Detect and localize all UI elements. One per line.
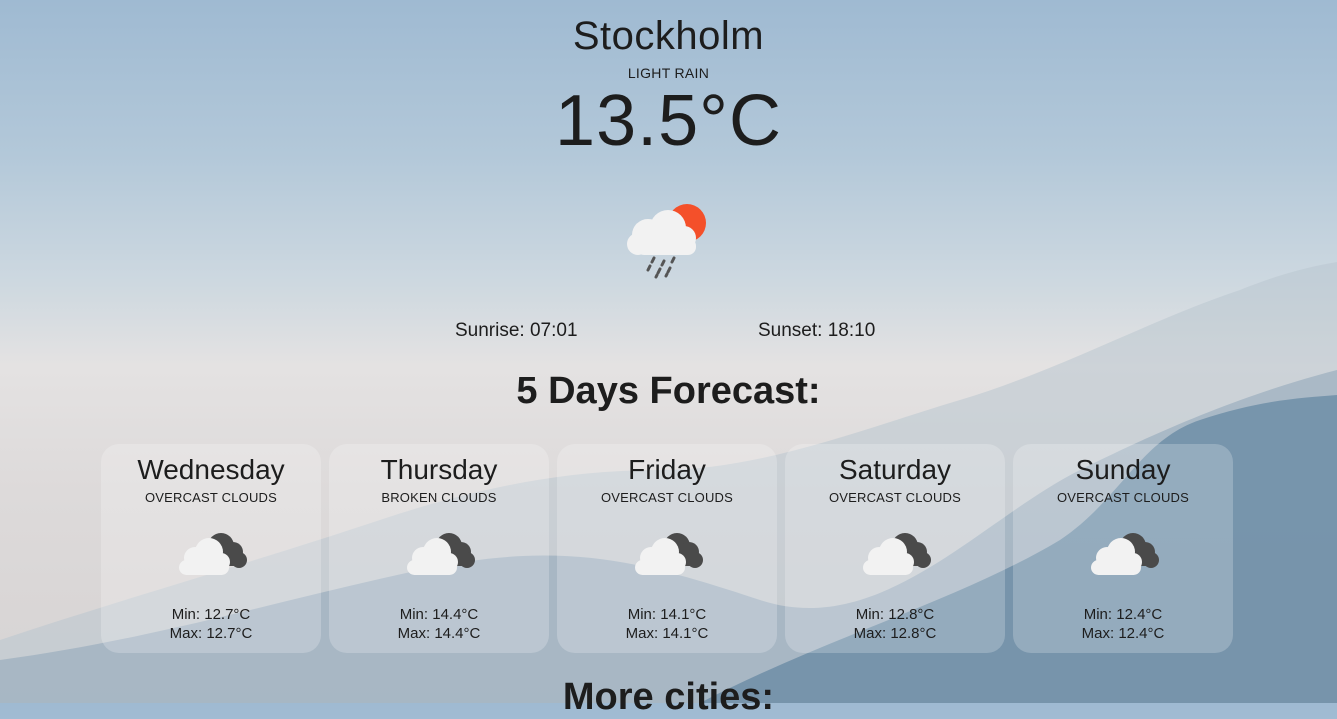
forecast-description: BROKEN CLOUDS	[381, 490, 497, 505]
forecast-min: Min: 12.8°C	[855, 606, 935, 623]
forecast-day: Saturday	[838, 454, 952, 485]
forecast-description: OVERCAST CLOUDS	[828, 490, 962, 505]
forecast-card: Thursday BROKEN CLOUDS Min: 14.4°C Max: …	[329, 444, 549, 653]
current-condition: LIGHT RAIN	[627, 65, 710, 81]
weather-app: Stockholm LIGHT RAIN 13.5°C Sunrise: 07:…	[0, 0, 1337, 718]
forecast-title: 5 Days Forecast:	[516, 370, 821, 412]
overcast-clouds-icon	[863, 533, 931, 575]
forecast-min: Min: 14.1°C	[627, 606, 707, 623]
forecast-description: OVERCAST CLOUDS	[1056, 490, 1190, 505]
forecast-max: Max: 14.4°C	[397, 625, 481, 642]
forecast-max: Max: 12.8°C	[853, 625, 937, 642]
current-temperature: 13.5°C	[555, 81, 782, 161]
forecast-day: Wednesday	[137, 454, 285, 485]
forecast-card: Wednesday OVERCAST CLOUDS Min: 12.7°C Ma…	[101, 444, 321, 653]
overcast-clouds-icon	[635, 533, 703, 575]
forecast-card: Friday OVERCAST CLOUDS Min: 14.1°C Max: …	[557, 444, 777, 653]
forecast-max: Max: 14.1°C	[625, 625, 709, 642]
forecast-day: Thursday	[380, 454, 498, 485]
forecast-description: OVERCAST CLOUDS	[600, 490, 734, 505]
sunset-time: Sunset: 18:10	[758, 320, 876, 341]
forecast-min: Min: 12.4°C	[1083, 606, 1163, 623]
forecast-min: Min: 12.7°C	[171, 606, 251, 623]
sunrise-time: Sunrise: 07:01	[455, 320, 578, 341]
more-cities-title: More cities:	[562, 676, 775, 718]
broken-clouds-icon	[407, 533, 475, 575]
forecast-day: Friday	[628, 454, 706, 485]
forecast-card: Saturday OVERCAST CLOUDS Min: 12.8°C Max…	[785, 444, 1005, 653]
overcast-clouds-icon	[1091, 533, 1159, 575]
forecast-card: Sunday OVERCAST CLOUDS Min: 12.4°C Max: …	[1013, 444, 1233, 653]
forecast-max: Max: 12.4°C	[1081, 625, 1165, 642]
cloud-sun-rain-icon	[627, 204, 706, 279]
city-name: Stockholm	[572, 14, 765, 58]
forecast-day: Sunday	[1075, 454, 1171, 485]
overcast-clouds-icon	[179, 533, 247, 575]
forecast-min: Min: 14.4°C	[399, 606, 479, 623]
forecast-cards: Wednesday OVERCAST CLOUDS Min: 12.7°C Ma…	[101, 444, 1233, 653]
forecast-description: OVERCAST CLOUDS	[144, 490, 278, 505]
forecast-max: Max: 12.7°C	[169, 625, 253, 642]
